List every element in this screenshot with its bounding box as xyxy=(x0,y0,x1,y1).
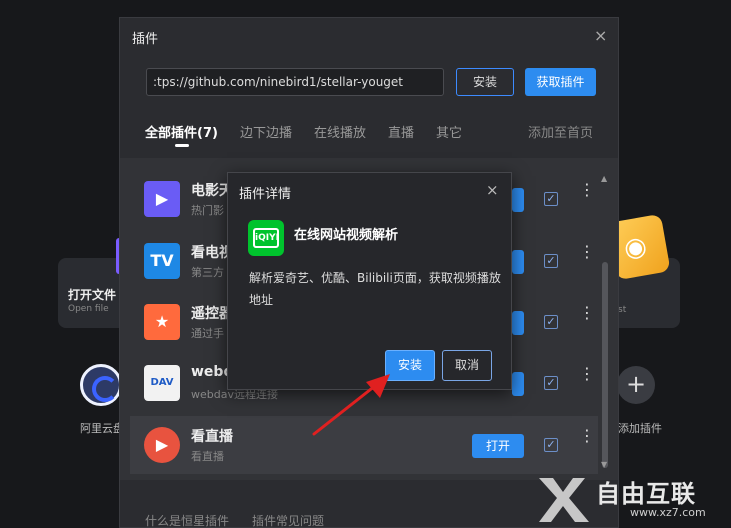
add-plugin-icon[interactable]: + xyxy=(617,366,655,404)
what-is-plugin-link[interactable]: 什么是恒星插件 xyxy=(145,512,229,528)
open-button[interactable] xyxy=(512,311,524,335)
enable-checkbox[interactable]: ✓ xyxy=(544,376,558,390)
window-title: 插件 xyxy=(132,32,159,47)
more-options-icon[interactable]: ⋮ xyxy=(579,244,595,260)
get-plugins-button[interactable]: 获取插件 xyxy=(525,68,596,96)
plugin-name: 看直播 xyxy=(191,429,233,445)
scroll-down-arrow-icon[interactable]: ▼ xyxy=(601,460,607,469)
remote-plugin-icon: ★ xyxy=(144,304,180,340)
open-button[interactable] xyxy=(512,372,524,396)
watermark-logo-icon xyxy=(539,478,589,522)
plugin-description: 看直播 xyxy=(191,450,224,463)
open-button[interactable]: 打开 xyxy=(472,434,524,458)
webdav-plugin-icon: DAV xyxy=(144,365,180,401)
add-to-home-link[interactable]: 添加至首页 xyxy=(528,122,593,141)
app-root: 打开文件 Open file ◉ st 阿里云盘 + 添加插件 插件 × :tp… xyxy=(0,0,731,528)
more-options-icon[interactable]: ⋮ xyxy=(579,366,595,382)
plugin-faq-link[interactable]: 插件常见问题 xyxy=(252,512,324,528)
scrollbar[interactable] xyxy=(602,262,608,468)
live-plugin-icon: ▶ xyxy=(144,427,180,463)
tab-live[interactable]: 直播 xyxy=(388,122,414,141)
plugin-description: 热门影 xyxy=(191,204,224,217)
open-file-subtitle: Open file xyxy=(68,304,109,314)
enable-checkbox[interactable]: ✓ xyxy=(544,315,558,329)
enable-checkbox[interactable]: ✓ xyxy=(544,254,558,268)
dialog-cancel-button[interactable]: 取消 xyxy=(442,350,492,381)
tv-plugin-icon: TV xyxy=(144,243,180,279)
tab-other[interactable]: 其它 xyxy=(436,122,462,141)
aliyun-drive-icon[interactable] xyxy=(80,364,122,406)
enable-checkbox[interactable]: ✓ xyxy=(544,438,558,452)
right-card-subtitle: st xyxy=(618,305,627,315)
dialog-plugin-name: 在线网站视频解析 xyxy=(294,228,399,243)
aliyun-drive-label: 阿里云盘 xyxy=(80,422,124,435)
movie-plugin-icon: ▶ xyxy=(144,181,180,217)
dialog-title: 插件详情 xyxy=(239,187,292,202)
tab-download-play[interactable]: 边下边播 xyxy=(240,122,292,141)
plugin-detail-dialog: 插件详情 × iQIYI 在线网站视频解析 解析爱奇艺、优酷、Bilibili页… xyxy=(227,172,512,390)
plugin-description: 通过手 xyxy=(191,327,224,340)
open-file-title: 打开文件 xyxy=(68,288,117,302)
more-options-icon[interactable]: ⋮ xyxy=(579,305,595,321)
iqiyi-logo-text: iQIYI xyxy=(253,228,279,248)
open-button[interactable] xyxy=(512,188,524,212)
more-options-icon[interactable]: ⋮ xyxy=(579,428,595,444)
enable-checkbox[interactable]: ✓ xyxy=(544,192,558,206)
add-plugin-label: 添加插件 xyxy=(618,422,662,435)
close-icon[interactable]: × xyxy=(486,181,499,199)
close-icon[interactable]: × xyxy=(594,26,607,45)
plugin-url-input[interactable]: :tps://github.com/ninebird1/stellar-youg… xyxy=(146,68,444,96)
more-options-icon[interactable]: ⋮ xyxy=(579,182,595,198)
install-button[interactable]: 安装 xyxy=(456,68,514,96)
tab-all-plugins[interactable]: 全部插件(7) xyxy=(145,122,218,147)
watermark-url: www.xz7.com xyxy=(630,506,706,519)
annotation-arrow-icon xyxy=(312,374,390,436)
plugin-tabs: 全部插件(7) 边下边播 在线播放 直播 其它 xyxy=(145,122,484,147)
scroll-up-arrow-icon[interactable]: ▲ xyxy=(601,174,607,183)
iqiyi-logo-icon: iQIYI xyxy=(248,220,284,256)
watermark-brand: 自由互联 xyxy=(596,480,696,508)
tab-online-play[interactable]: 在线播放 xyxy=(314,122,366,141)
open-button[interactable] xyxy=(512,250,524,274)
plugin-description: 第三方 xyxy=(191,266,224,279)
dialog-plugin-description: 解析爱奇艺、优酷、Bilibili页面，获取视频播放地址 xyxy=(249,271,501,307)
